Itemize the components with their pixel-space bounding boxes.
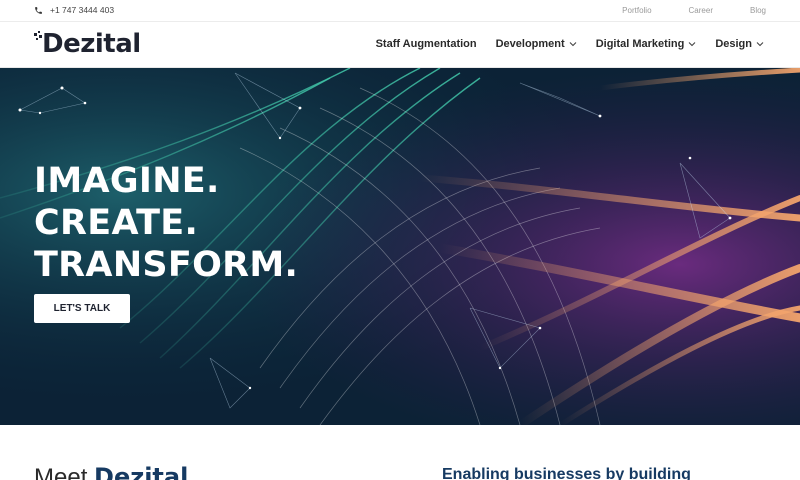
nav-label: Digital Marketing bbox=[595, 38, 685, 50]
intro-section: Meet Dezital Enabling businesses by buil… bbox=[0, 425, 800, 480]
nav-label: Staff Augmentation bbox=[375, 38, 477, 50]
top-utility-bar: +1 747 3444 403 Portfolio Career Blog bbox=[0, 0, 800, 22]
blog-link[interactable]: Blog bbox=[750, 6, 766, 15]
chevron-down-icon bbox=[756, 42, 764, 47]
phone-contact[interactable]: +1 747 3444 403 bbox=[34, 5, 114, 15]
meet-heading: Meet Dezital bbox=[34, 463, 188, 480]
meet-prefix: Meet bbox=[34, 464, 88, 480]
phone-icon bbox=[35, 6, 42, 14]
logo[interactable]: Dezital bbox=[34, 29, 141, 59]
meet-brand: Dezital bbox=[94, 463, 189, 480]
main-nav: Staff Augmentation Development Digital M… bbox=[357, 38, 764, 50]
headline-create: CREATE. bbox=[34, 203, 199, 243]
nav-digital-marketing[interactable]: Digital Marketing bbox=[596, 38, 697, 50]
nav-label: Design bbox=[715, 38, 752, 50]
logo-text: Dezital bbox=[42, 29, 141, 59]
chevron-down-icon bbox=[569, 42, 577, 47]
lets-talk-button[interactable]: LET'S TALK bbox=[34, 294, 130, 323]
nav-staff-augmentation[interactable]: Staff Augmentation bbox=[376, 38, 477, 50]
chevron-down-icon bbox=[688, 42, 696, 47]
main-header: Dezital Staff Augmentation Development D… bbox=[0, 22, 800, 68]
portfolio-link[interactable]: Portfolio bbox=[622, 6, 651, 15]
nav-design[interactable]: Design bbox=[715, 38, 764, 50]
headline-imagine: IMAGINE. bbox=[34, 161, 220, 201]
phone-number: +1 747 3444 403 bbox=[50, 5, 115, 15]
nav-label: Development bbox=[495, 38, 565, 50]
enabling-heading: Enabling businesses by building bbox=[442, 466, 691, 480]
hero-headline: IMAGINE. CREATE. TRANSFORM. bbox=[34, 160, 298, 286]
headline-transform: TRANSFORM. bbox=[34, 245, 299, 285]
career-link[interactable]: Career bbox=[689, 6, 713, 15]
utility-links: Portfolio Career Blog bbox=[585, 6, 766, 15]
nav-development[interactable]: Development bbox=[496, 38, 577, 50]
hero-banner: IMAGINE. CREATE. TRANSFORM. LET'S TALK bbox=[0, 68, 800, 425]
logo-mark bbox=[34, 29, 42, 59]
